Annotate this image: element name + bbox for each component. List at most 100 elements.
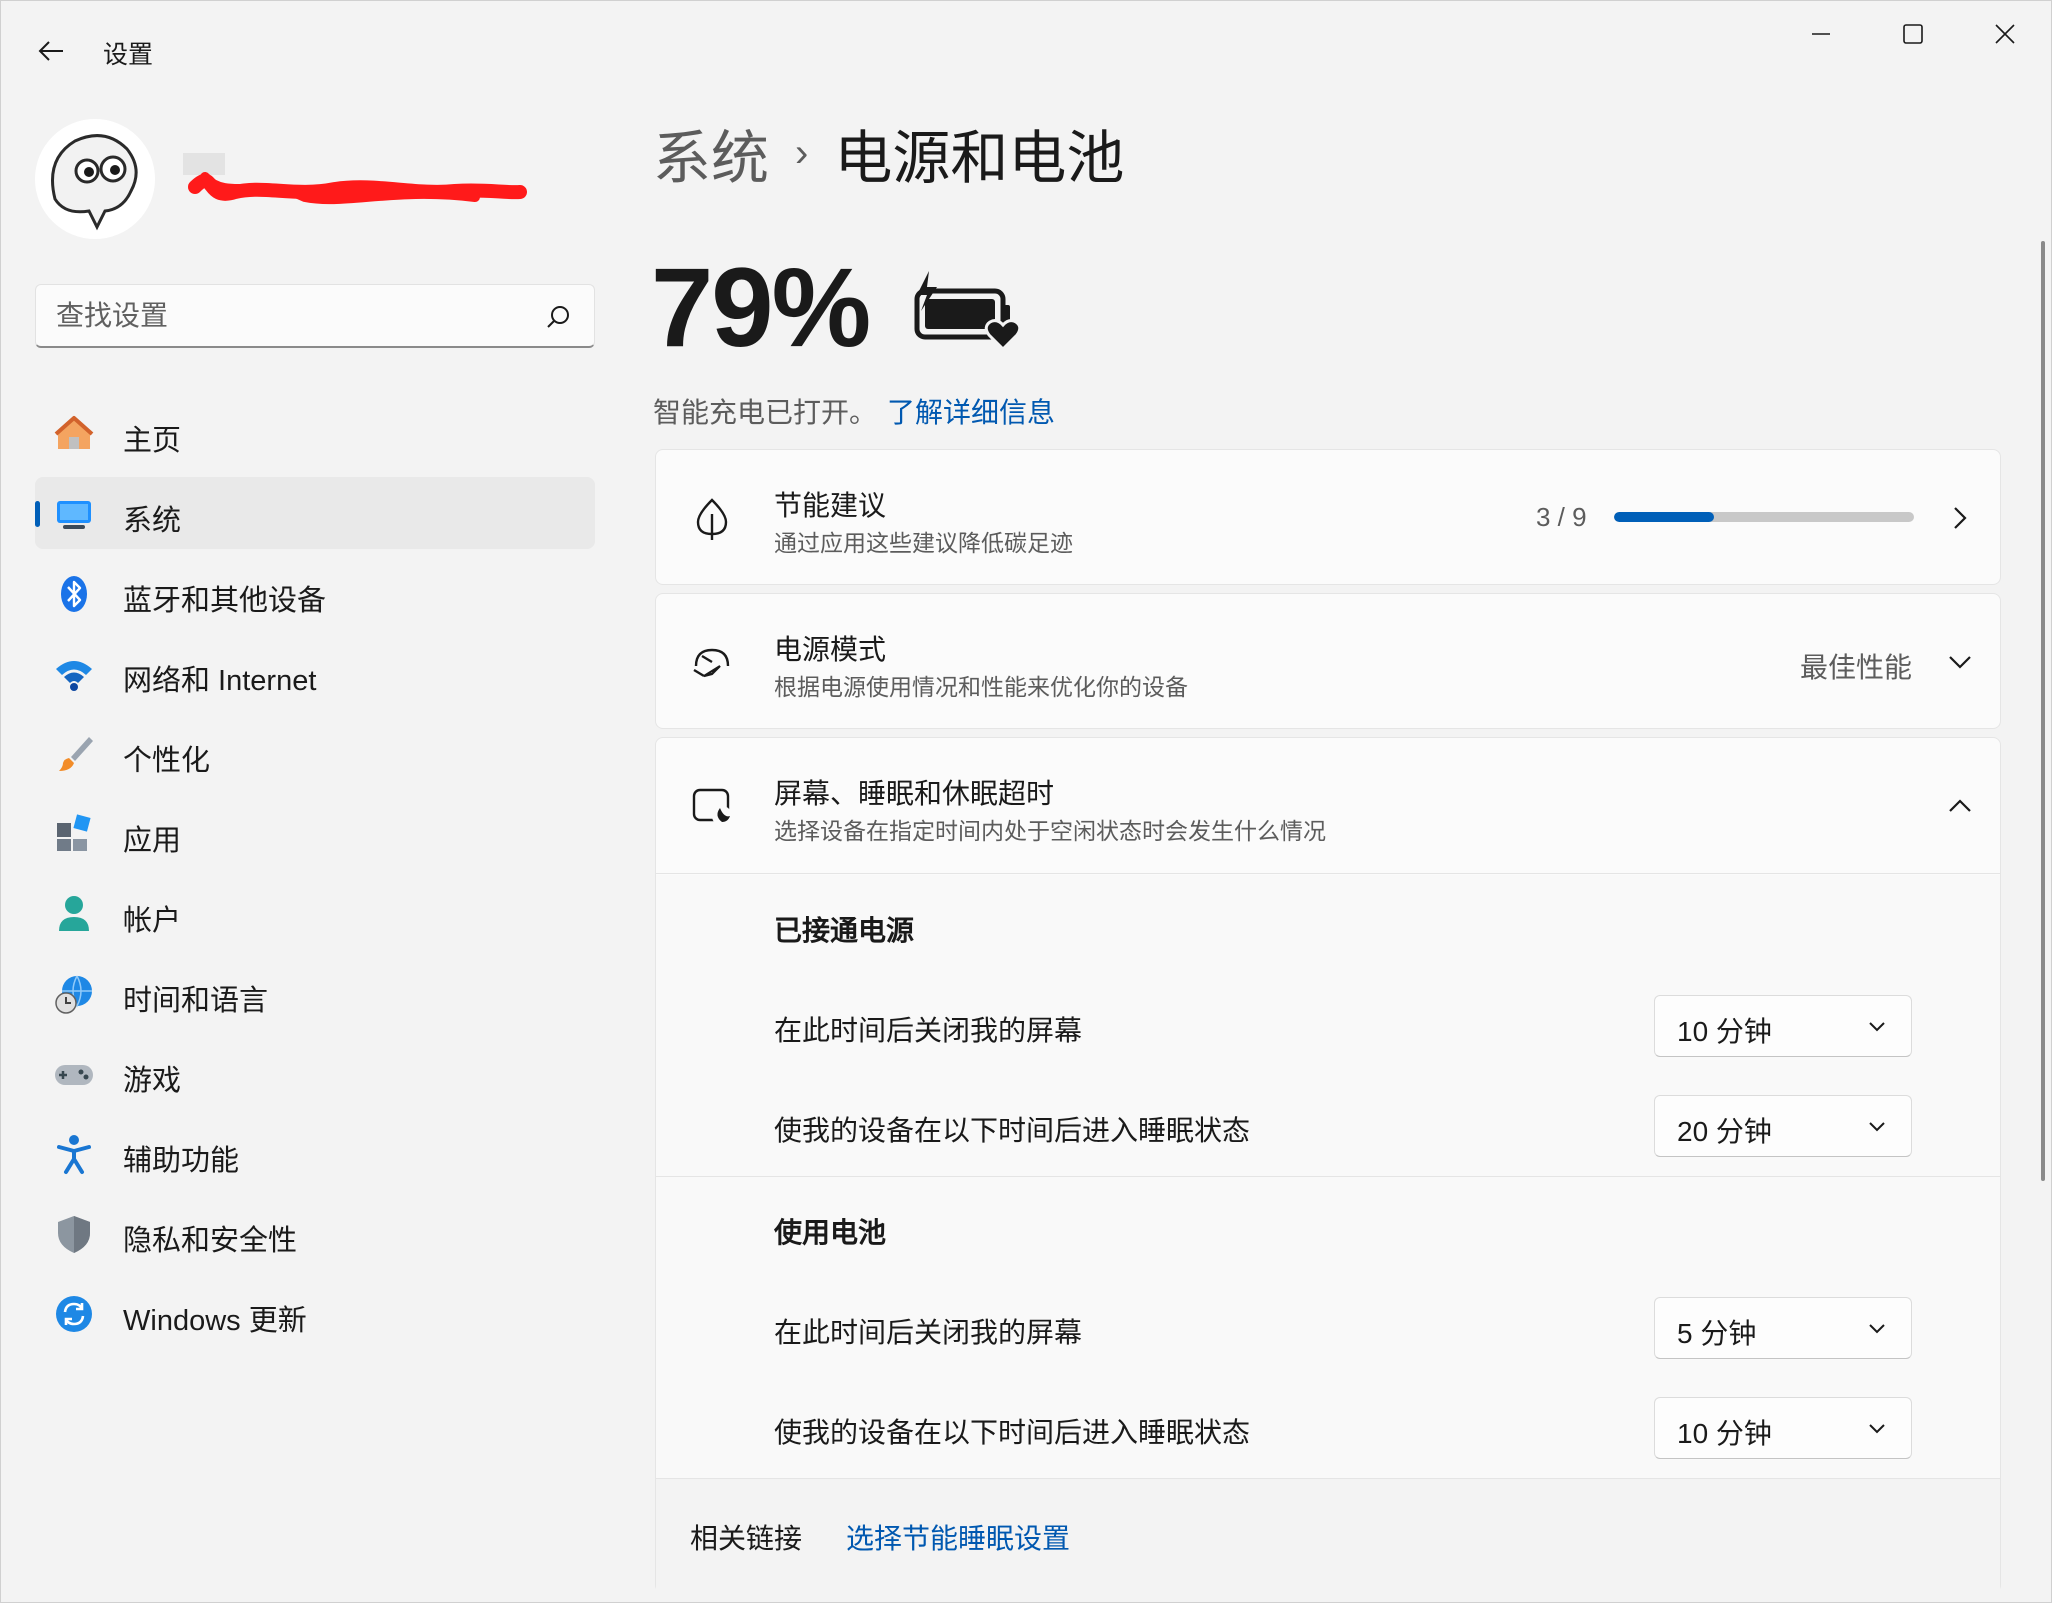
plugged-sleep-dropdown[interactable]: 20 分钟 — [1654, 1095, 1912, 1157]
avatar-image — [35, 119, 155, 239]
battery-percentage: 79% — [651, 245, 871, 370]
back-button[interactable] — [25, 25, 77, 77]
maximize-button[interactable] — [1867, 1, 1959, 67]
related-links-label: 相关链接 — [690, 1523, 803, 1554]
sidebar-item-gaming[interactable]: 游戏 — [35, 1037, 595, 1109]
sidebar-item-bluetooth[interactable]: 蓝牙和其他设备 — [35, 557, 595, 629]
power-mode-card[interactable]: 电源模式 根据电源使用情况和性能来优化你的设备 最佳性能 — [655, 593, 2001, 729]
sidebar-item-label: 隐私和安全性 — [123, 1225, 298, 1257]
wifi-icon — [53, 653, 95, 695]
sidebar-item-time-language[interactable]: 时间和语言 — [35, 957, 595, 1029]
apps-icon — [53, 813, 95, 855]
user-profile[interactable] — [35, 119, 575, 239]
settings-window: 设置 查找设置 主页 系统 蓝牙和其他设备 网络和 Internet 个性化 应… — [0, 0, 2052, 1603]
app-title: 设置 — [103, 41, 154, 69]
dropdown-value: 10 分钟 — [1677, 1418, 1772, 1449]
chevron-down-icon — [1869, 1122, 1885, 1132]
page-title: 电源和电池 — [834, 126, 1125, 191]
minimize-button[interactable] — [1775, 1, 1867, 67]
sidebar-item-home[interactable]: 主页 — [35, 397, 595, 469]
sidebar-item-label: 主页 — [123, 425, 182, 457]
power-mode-value[interactable]: 最佳性能 — [1800, 646, 1912, 686]
update-icon — [53, 1293, 95, 1335]
sidebar-item-personalization[interactable]: 个性化 — [35, 717, 595, 789]
minimize-icon — [1812, 33, 1830, 35]
sidebar-nav: 主页 系统 蓝牙和其他设备 网络和 Internet 个性化 应用 帐户 时间和… — [35, 397, 595, 1357]
avatar — [35, 119, 155, 239]
sidebar-item-label: 网络和 Internet — [123, 665, 317, 697]
screen-sleep-header[interactable]: 屏幕、睡眠和休眠超时 选择设备在指定时间内处于空闲状态时会发生什么情况 — [656, 738, 2000, 874]
speedometer-icon — [693, 648, 730, 678]
smart-charging-status: 智能充电已打开。 — [653, 397, 878, 428]
sidebar-item-apps[interactable]: 应用 — [35, 797, 595, 869]
plugged-in-section: 已接通电源 在此时间后关闭我的屏幕 10 分钟 使我的设备在以下时间后进入睡眠状… — [656, 875, 2000, 1176]
breadcrumb: 系统 › 电源和电池 — [653, 113, 1124, 193]
dropdown-value: 20 分钟 — [1677, 1116, 1772, 1147]
on-battery-heading: 使用电池 — [774, 1217, 887, 1248]
plugged-sleep-label: 使我的设备在以下时间后进入睡眠状态 — [774, 1115, 1251, 1146]
battery-sleep-dropdown[interactable]: 10 分钟 — [1654, 1397, 1912, 1459]
power-mode-subtitle: 根据电源使用情况和性能来优化你的设备 — [774, 674, 1188, 700]
sidebar-item-accounts[interactable]: 帐户 — [35, 877, 595, 949]
sidebar-item-label: 个性化 — [123, 745, 211, 777]
redaction-scribble — [183, 153, 527, 205]
energy-sleep-settings-link[interactable]: 选择节能睡眠设置 — [846, 1517, 1070, 1557]
dropdown-value: 5 分钟 — [1677, 1318, 1757, 1349]
sidebar-item-label: 时间和语言 — [123, 985, 269, 1017]
battery-screen-off-label: 在此时间后关闭我的屏幕 — [774, 1317, 1083, 1348]
sidebar-item-label: 蓝牙和其他设备 — [123, 585, 327, 617]
plugged-screen-off-label: 在此时间后关闭我的屏幕 — [774, 1015, 1083, 1046]
chevron-down-icon — [1869, 1424, 1885, 1434]
breadcrumb-parent[interactable]: 系统 — [653, 111, 769, 195]
breadcrumb-separator: › — [795, 130, 809, 175]
sidebar-item-label: 应用 — [123, 825, 182, 857]
scrollbar[interactable] — [2041, 241, 2045, 1181]
plugged-screen-off-dropdown[interactable]: 10 分钟 — [1654, 995, 1912, 1057]
chevron-right-icon — [1954, 507, 1967, 529]
account-icon — [53, 893, 95, 935]
sidebar-item-label: 系统 — [123, 505, 182, 537]
chevron-up-icon[interactable] — [1946, 792, 1974, 820]
globe-clock-icon — [53, 973, 95, 1015]
recommendations-progress-fill — [1614, 512, 1714, 522]
on-battery-section: 使用电池 在此时间后关闭我的屏幕 5 分钟 使我的设备在以下时间后进入睡眠状态 … — [656, 1177, 2000, 1478]
plugged-in-heading: 已接通电源 — [774, 915, 915, 946]
sidebar-item-network[interactable]: 网络和 Internet — [35, 637, 595, 709]
brush-icon — [53, 733, 95, 775]
screen-sleep-subtitle: 选择设备在指定时间内处于空闲状态时会发生什么情况 — [774, 818, 1326, 844]
screen-sleep-icon — [692, 788, 732, 826]
leaf-icon — [696, 498, 728, 540]
power-mode-title: 电源模式 — [774, 634, 887, 665]
sidebar-item-privacy[interactable]: 隐私和安全性 — [35, 1197, 595, 1269]
sidebar-item-accessibility[interactable]: 辅助功能 — [35, 1117, 595, 1189]
maximize-icon — [1903, 24, 1923, 44]
learn-more-link[interactable]: 了解详细信息 — [887, 391, 1055, 431]
energy-recommendations-subtitle: 通过应用这些建议降低碳足迹 — [774, 530, 1073, 556]
sidebar-item-system[interactable]: 系统 — [35, 477, 595, 549]
chevron-down-icon — [1869, 1022, 1885, 1032]
back-arrow-icon — [38, 41, 63, 61]
sidebar-item-label: 辅助功能 — [123, 1145, 240, 1177]
search-input[interactable] — [36, 285, 594, 346]
close-icon — [1995, 24, 2015, 44]
screen-sleep-title: 屏幕、睡眠和休眠超时 — [774, 778, 1055, 809]
recommendations-progress-text: 3 / 9 — [1536, 502, 1587, 532]
chevron-down-icon[interactable] — [1946, 648, 1974, 676]
screen-sleep-card: 屏幕、睡眠和休眠超时 选择设备在指定时间内处于空闲状态时会发生什么情况 已接通电… — [655, 737, 2001, 1594]
sidebar-item-label: 游戏 — [123, 1065, 182, 1097]
title-bar: 设置 — [1, 1, 2051, 101]
chevron-down-icon — [1869, 1324, 1885, 1334]
recommendations-progress-bar — [1614, 512, 1914, 522]
sidebar-item-label: 帐户 — [123, 905, 182, 937]
close-button[interactable] — [1959, 1, 2051, 67]
battery-screen-off-dropdown[interactable]: 5 分钟 — [1654, 1297, 1912, 1359]
gamepad-icon — [53, 1053, 95, 1095]
search-box[interactable] — [35, 284, 595, 348]
shield-icon — [53, 1213, 95, 1255]
battery-sleep-label: 使我的设备在以下时间后进入睡眠状态 — [774, 1417, 1251, 1448]
energy-recommendations-card[interactable]: 节能建议 通过应用这些建议降低碳足迹 3 / 9 — [655, 449, 2001, 585]
battery-charging-health-icon — [914, 271, 1022, 349]
sidebar-item-windows-update[interactable]: Windows 更新 — [35, 1277, 595, 1349]
search-icon[interactable] — [544, 303, 572, 331]
related-links: 相关链接 选择节能睡眠设置 — [656, 1478, 2000, 1594]
